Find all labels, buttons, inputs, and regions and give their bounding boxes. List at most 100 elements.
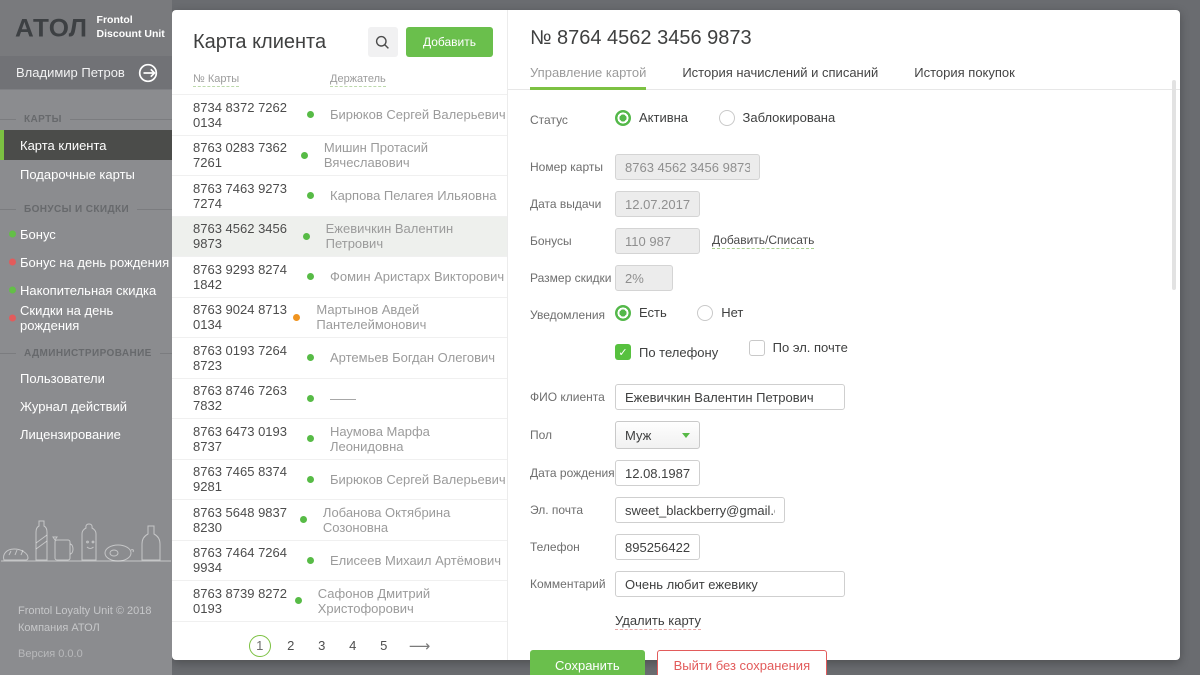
tab-accrual-history[interactable]: История начислений и списаний — [682, 65, 878, 89]
sidebar-nav: КАРТЫКарта клиентаПодарочные картыБОНУСЫ… — [0, 90, 172, 448]
add-writeoff-link[interactable]: Добавить/Списать — [712, 233, 814, 249]
nav-section-title: КАРТЫ — [0, 114, 172, 125]
discount-field[interactable] — [615, 265, 673, 291]
radio-icon — [697, 305, 713, 321]
table-row[interactable]: 8763 9024 8713 0134Мартынов Авдей Пантел… — [172, 298, 507, 339]
phone-label: Телефон — [530, 540, 615, 554]
sidebar-item-2-1[interactable]: Журнал действий — [0, 392, 172, 420]
card-number-cell: 8763 6473 0193 8737 — [193, 424, 307, 454]
card-number-cell: 8763 8739 8272 0193 — [193, 586, 295, 616]
tab-card-management[interactable]: Управление картой — [530, 65, 646, 90]
table-row[interactable]: 8763 0193 7264 8723Артемьев Богдан Олего… — [172, 338, 507, 379]
column-header-holder[interactable]: Держатель — [330, 73, 386, 87]
card-number-field[interactable] — [615, 154, 760, 180]
page-2[interactable]: 2 — [280, 635, 302, 657]
card-number-title: № 8764 4562 3456 9873 — [530, 27, 1180, 50]
card-number-cell: 8763 7465 8374 9281 — [193, 464, 307, 494]
sidebar-item-label: Бонус — [20, 227, 56, 242]
tab-purchase-history[interactable]: История покупок — [914, 65, 1015, 89]
table-row[interactable]: 8763 9293 8274 1842Фомин Аристарх Виктор… — [172, 257, 507, 298]
channels-group: По телефону По эл. почте — [615, 340, 874, 361]
logo-area: АТОЛ Frontol Discount Unit — [0, 0, 172, 56]
delete-card-link[interactable]: Удалить карту — [615, 613, 701, 630]
table-row[interactable]: 8763 8739 8272 0193Сафонов Дмитрий Христ… — [172, 581, 507, 622]
next-page-arrow[interactable]: ⟶ — [409, 637, 431, 655]
card-number-cell: 8763 0283 7362 7261 — [193, 140, 301, 170]
status-dot-green — [303, 233, 310, 240]
card-list-panel: Карта клиента Добавить № Карты — [172, 10, 508, 660]
status-dot-orange — [293, 314, 300, 321]
sidebar-item-1-0[interactable]: Бонус — [0, 220, 172, 248]
bonuses-field[interactable] — [615, 228, 700, 254]
page-title: Карта клиента — [193, 31, 326, 54]
scrollbar[interactable] — [1172, 80, 1176, 290]
holder-cell: —— — [330, 391, 356, 406]
sidebar-item-label: Скидки на день рождения — [20, 303, 172, 333]
comment-label: Комментарий — [530, 577, 615, 591]
client-name-label: ФИО клиента — [530, 390, 615, 404]
table-row[interactable]: 8763 6473 0193 8737Наумова Марфа Леонидо… — [172, 419, 507, 460]
app-window: АТОЛ Frontol Discount Unit Владимир Петр… — [0, 0, 1200, 675]
page-5[interactable]: 5 — [373, 635, 395, 657]
logout-icon[interactable] — [137, 62, 159, 84]
sidebar-footer: Frontol Loyalty Unit © 2018 Компания АТО… — [18, 603, 151, 663]
email-field[interactable] — [615, 497, 785, 523]
client-name-field[interactable] — [615, 384, 845, 410]
comment-field[interactable] — [615, 571, 845, 597]
issue-date-field[interactable] — [615, 191, 700, 217]
tab-bar: Управление картой История начислений и сп… — [508, 65, 1180, 90]
sidebar-item-label: Подарочные карты — [20, 167, 135, 182]
holder-cell: Бирюков Сергей Валерьевич — [330, 472, 506, 487]
card-number-cell: 8763 7464 7264 9934 — [193, 545, 307, 575]
form-buttons: Сохранить Выйти без сохранения — [530, 650, 1180, 675]
page-4[interactable]: 4 — [342, 635, 364, 657]
birth-date-row: Дата рождения — [530, 460, 1180, 486]
email-row: Эл. почта — [530, 497, 1180, 523]
holder-cell: Бирюков Сергей Валерьевич — [330, 107, 506, 122]
sidebar-item-2-0[interactable]: Пользователи — [0, 364, 172, 392]
table-row[interactable]: 8763 7465 8374 9281 Бирюков Сергей Валерь… — [172, 460, 507, 501]
sidebar-item-1-3[interactable]: Скидки на день рождения — [0, 304, 172, 332]
table-row[interactable]: 8763 8746 7263 7832—— — [172, 379, 507, 420]
radio-option-active[interactable]: Активна — [615, 110, 688, 126]
radio-option-blocked[interactable]: Заблокирована — [719, 110, 836, 126]
save-button[interactable]: Сохранить — [530, 650, 645, 675]
sidebar-item-1-2[interactable]: Накопительная скидка — [0, 276, 172, 304]
list-header-actions: Добавить — [368, 27, 493, 57]
card-number-cell: 8763 5648 9837 8230 — [193, 505, 300, 535]
checkbox-email[interactable]: По эл. почте — [749, 340, 848, 356]
table-row[interactable]: 8763 7463 9273 7274Карпова Пелагея Ильяо… — [172, 176, 507, 217]
sidebar-item-0-0[interactable]: Карта клиента — [0, 130, 172, 160]
column-header-number[interactable]: № Карты — [193, 73, 239, 87]
table-row[interactable]: 8734 8372 7262 0134Бирюков Сергей Валерь… — [172, 95, 507, 136]
cancel-button[interactable]: Выйти без сохранения — [657, 650, 828, 675]
radio-option-yes[interactable]: Есть — [615, 305, 667, 321]
search-button[interactable] — [368, 27, 398, 57]
sidebar-item-1-1[interactable]: Бонус на день рождения — [0, 248, 172, 276]
table-row[interactable]: 8763 4562 3456 9873Ежевичкин Валентин Пе… — [172, 217, 507, 258]
table-row[interactable]: 8763 0283 7362 7261Мишин Протасий Вячесл… — [172, 136, 507, 177]
holder-cell: Мартынов Авдей Пантелеймонович — [316, 302, 507, 332]
bonuses-label: Бонусы — [530, 234, 615, 248]
sidebar-item-0-1[interactable]: Подарочные карты — [0, 160, 172, 188]
phone-field[interactable] — [615, 534, 700, 560]
status-label: Статус — [530, 113, 615, 127]
user-row[interactable]: Владимир Петров — [0, 56, 172, 90]
pagination: 12345 ⟶ — [172, 635, 507, 657]
product-name: Frontol Discount Unit — [97, 14, 165, 41]
add-card-button[interactable]: Добавить — [406, 27, 493, 57]
radio-option-no[interactable]: Нет — [697, 305, 743, 321]
status-dot-green — [307, 476, 314, 483]
page-3[interactable]: 3 — [311, 635, 333, 657]
page-1[interactable]: 1 — [249, 635, 271, 657]
status-dot-green — [307, 435, 314, 442]
table-row[interactable]: 8763 5648 9837 8230Лобанова Октябрина Со… — [172, 500, 507, 541]
table-row[interactable]: 8763 7464 7264 9934Елисеев Михаил Артёмо… — [172, 541, 507, 582]
status-dot-green — [307, 273, 314, 280]
checkbox-phone[interactable]: По телефону — [615, 344, 718, 360]
card-number-cell: 8763 9293 8274 1842 — [193, 262, 307, 292]
sidebar-item-2-2[interactable]: Лицензирование — [0, 420, 172, 448]
gender-select[interactable]: Муж — [615, 421, 700, 449]
birth-date-field[interactable] — [615, 460, 700, 486]
birth-date-label: Дата рождения — [530, 466, 615, 480]
